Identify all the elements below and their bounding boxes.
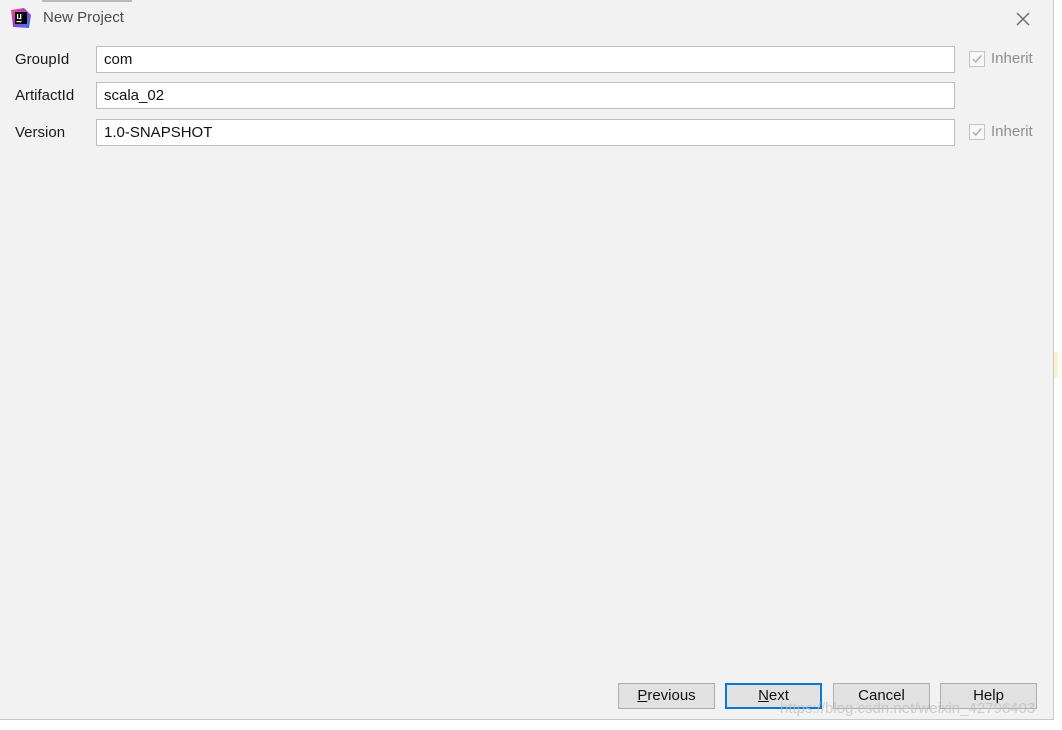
next-mnemonic: N — [758, 687, 769, 704]
help-button[interactable]: Help — [940, 683, 1037, 709]
group-id-inherit-label: Inherit — [991, 50, 1033, 67]
edge-highlight — [1054, 352, 1058, 378]
group-id-label: GroupId — [15, 51, 70, 68]
version-input[interactable] — [96, 119, 955, 146]
artifact-id-input[interactable] — [96, 82, 955, 109]
previous-button[interactable]: Previous — [618, 683, 715, 709]
previous-label-rest: revious — [647, 687, 696, 704]
group-id-inherit-check[interactable] — [969, 51, 985, 67]
previous-mnemonic: P — [637, 687, 648, 704]
version-row: Version Inherit — [0, 119, 1054, 147]
new-project-dialog: New Project GroupId Inherit ArtifactId V… — [0, 0, 1054, 720]
version-inherit-label: Inherit — [991, 123, 1033, 140]
group-id-input[interactable] — [96, 46, 955, 73]
checkmark-icon — [972, 55, 982, 64]
version-inherit-check[interactable] — [969, 124, 985, 140]
next-label-rest: ext — [768, 687, 789, 704]
artifact-id-row: ArtifactId — [0, 82, 1054, 110]
dialog-title: New Project — [43, 9, 124, 26]
intellij-idea-icon — [11, 8, 31, 28]
title-bar[interactable]: New Project — [0, 0, 1054, 36]
help-button-label: Help — [973, 687, 1004, 704]
close-icon[interactable] — [1012, 8, 1034, 30]
cancel-button[interactable]: Cancel — [833, 683, 930, 709]
next-button[interactable]: Next — [725, 683, 822, 709]
version-label: Version — [15, 124, 66, 141]
cancel-button-label: Cancel — [858, 687, 905, 704]
checkmark-icon — [972, 128, 982, 137]
next-button-label: Next — [758, 685, 789, 707]
previous-button-label: Previous — [637, 684, 695, 708]
group-id-row: GroupId Inherit — [0, 46, 1054, 74]
artifact-id-label: ArtifactId — [15, 87, 75, 104]
